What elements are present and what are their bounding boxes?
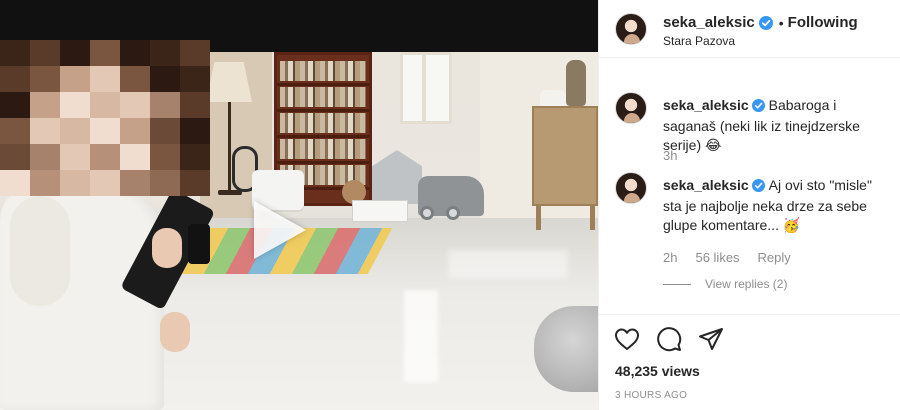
post-timestamp[interactable]: 3 HOURS AGO xyxy=(615,390,687,401)
like-button[interactable] xyxy=(613,325,641,353)
post-location[interactable]: Stara Pazova xyxy=(663,34,735,48)
replies-divider-line xyxy=(663,283,691,285)
profile-avatar[interactable] xyxy=(615,13,647,45)
comment-username[interactable]: seka_aleksic xyxy=(663,177,749,193)
laughing-emoji: 😂 xyxy=(705,137,722,153)
post-header: seka_aleksic • Following Stara Pazova xyxy=(599,0,900,58)
comment-button[interactable] xyxy=(655,325,683,353)
verified-badge-icon xyxy=(758,15,773,30)
comment-avatar[interactable] xyxy=(615,172,647,204)
floor-pouf xyxy=(534,306,598,392)
comment-time[interactable]: 2h xyxy=(663,250,677,265)
view-replies-label: View replies (2) xyxy=(705,277,788,291)
instagram-post: seka_aleksic • Following Stara Pazova se… xyxy=(0,0,900,410)
verified-badge-icon xyxy=(751,98,765,117)
room-window xyxy=(400,52,452,124)
comment-avatar[interactable] xyxy=(615,92,647,124)
header-username[interactable]: seka_aleksic xyxy=(663,14,755,31)
comment-username[interactable]: seka_aleksic xyxy=(663,97,749,113)
separator-dot: • xyxy=(778,14,784,31)
comment-time[interactable]: 3h xyxy=(663,148,677,163)
verified-badge-icon xyxy=(751,178,765,197)
party-emoji: 🥳 xyxy=(782,217,801,233)
following-button[interactable]: Following xyxy=(788,14,858,31)
play-button[interactable] xyxy=(246,196,312,264)
view-replies-button[interactable]: View replies (2) xyxy=(663,277,787,291)
play-icon xyxy=(254,201,306,259)
pixelated-face xyxy=(0,40,210,196)
post-video[interactable] xyxy=(0,0,598,410)
comment-likes[interactable]: 56 likes xyxy=(695,250,739,265)
reply-button[interactable]: Reply xyxy=(758,250,791,265)
cabinet xyxy=(532,106,598,206)
heart-icon xyxy=(615,328,639,350)
toy-house xyxy=(372,150,422,204)
toy-box xyxy=(352,200,408,222)
view-count[interactable]: 48,235 views xyxy=(615,363,700,379)
action-icons xyxy=(613,325,725,353)
post-side-panel: seka_aleksic • Following Stara Pazova se… xyxy=(598,0,900,410)
share-icon xyxy=(699,328,723,350)
post-actions-section: 48,235 views 3 HOURS AGO xyxy=(599,314,900,410)
share-button[interactable] xyxy=(697,325,725,353)
comment-icon xyxy=(657,327,682,352)
